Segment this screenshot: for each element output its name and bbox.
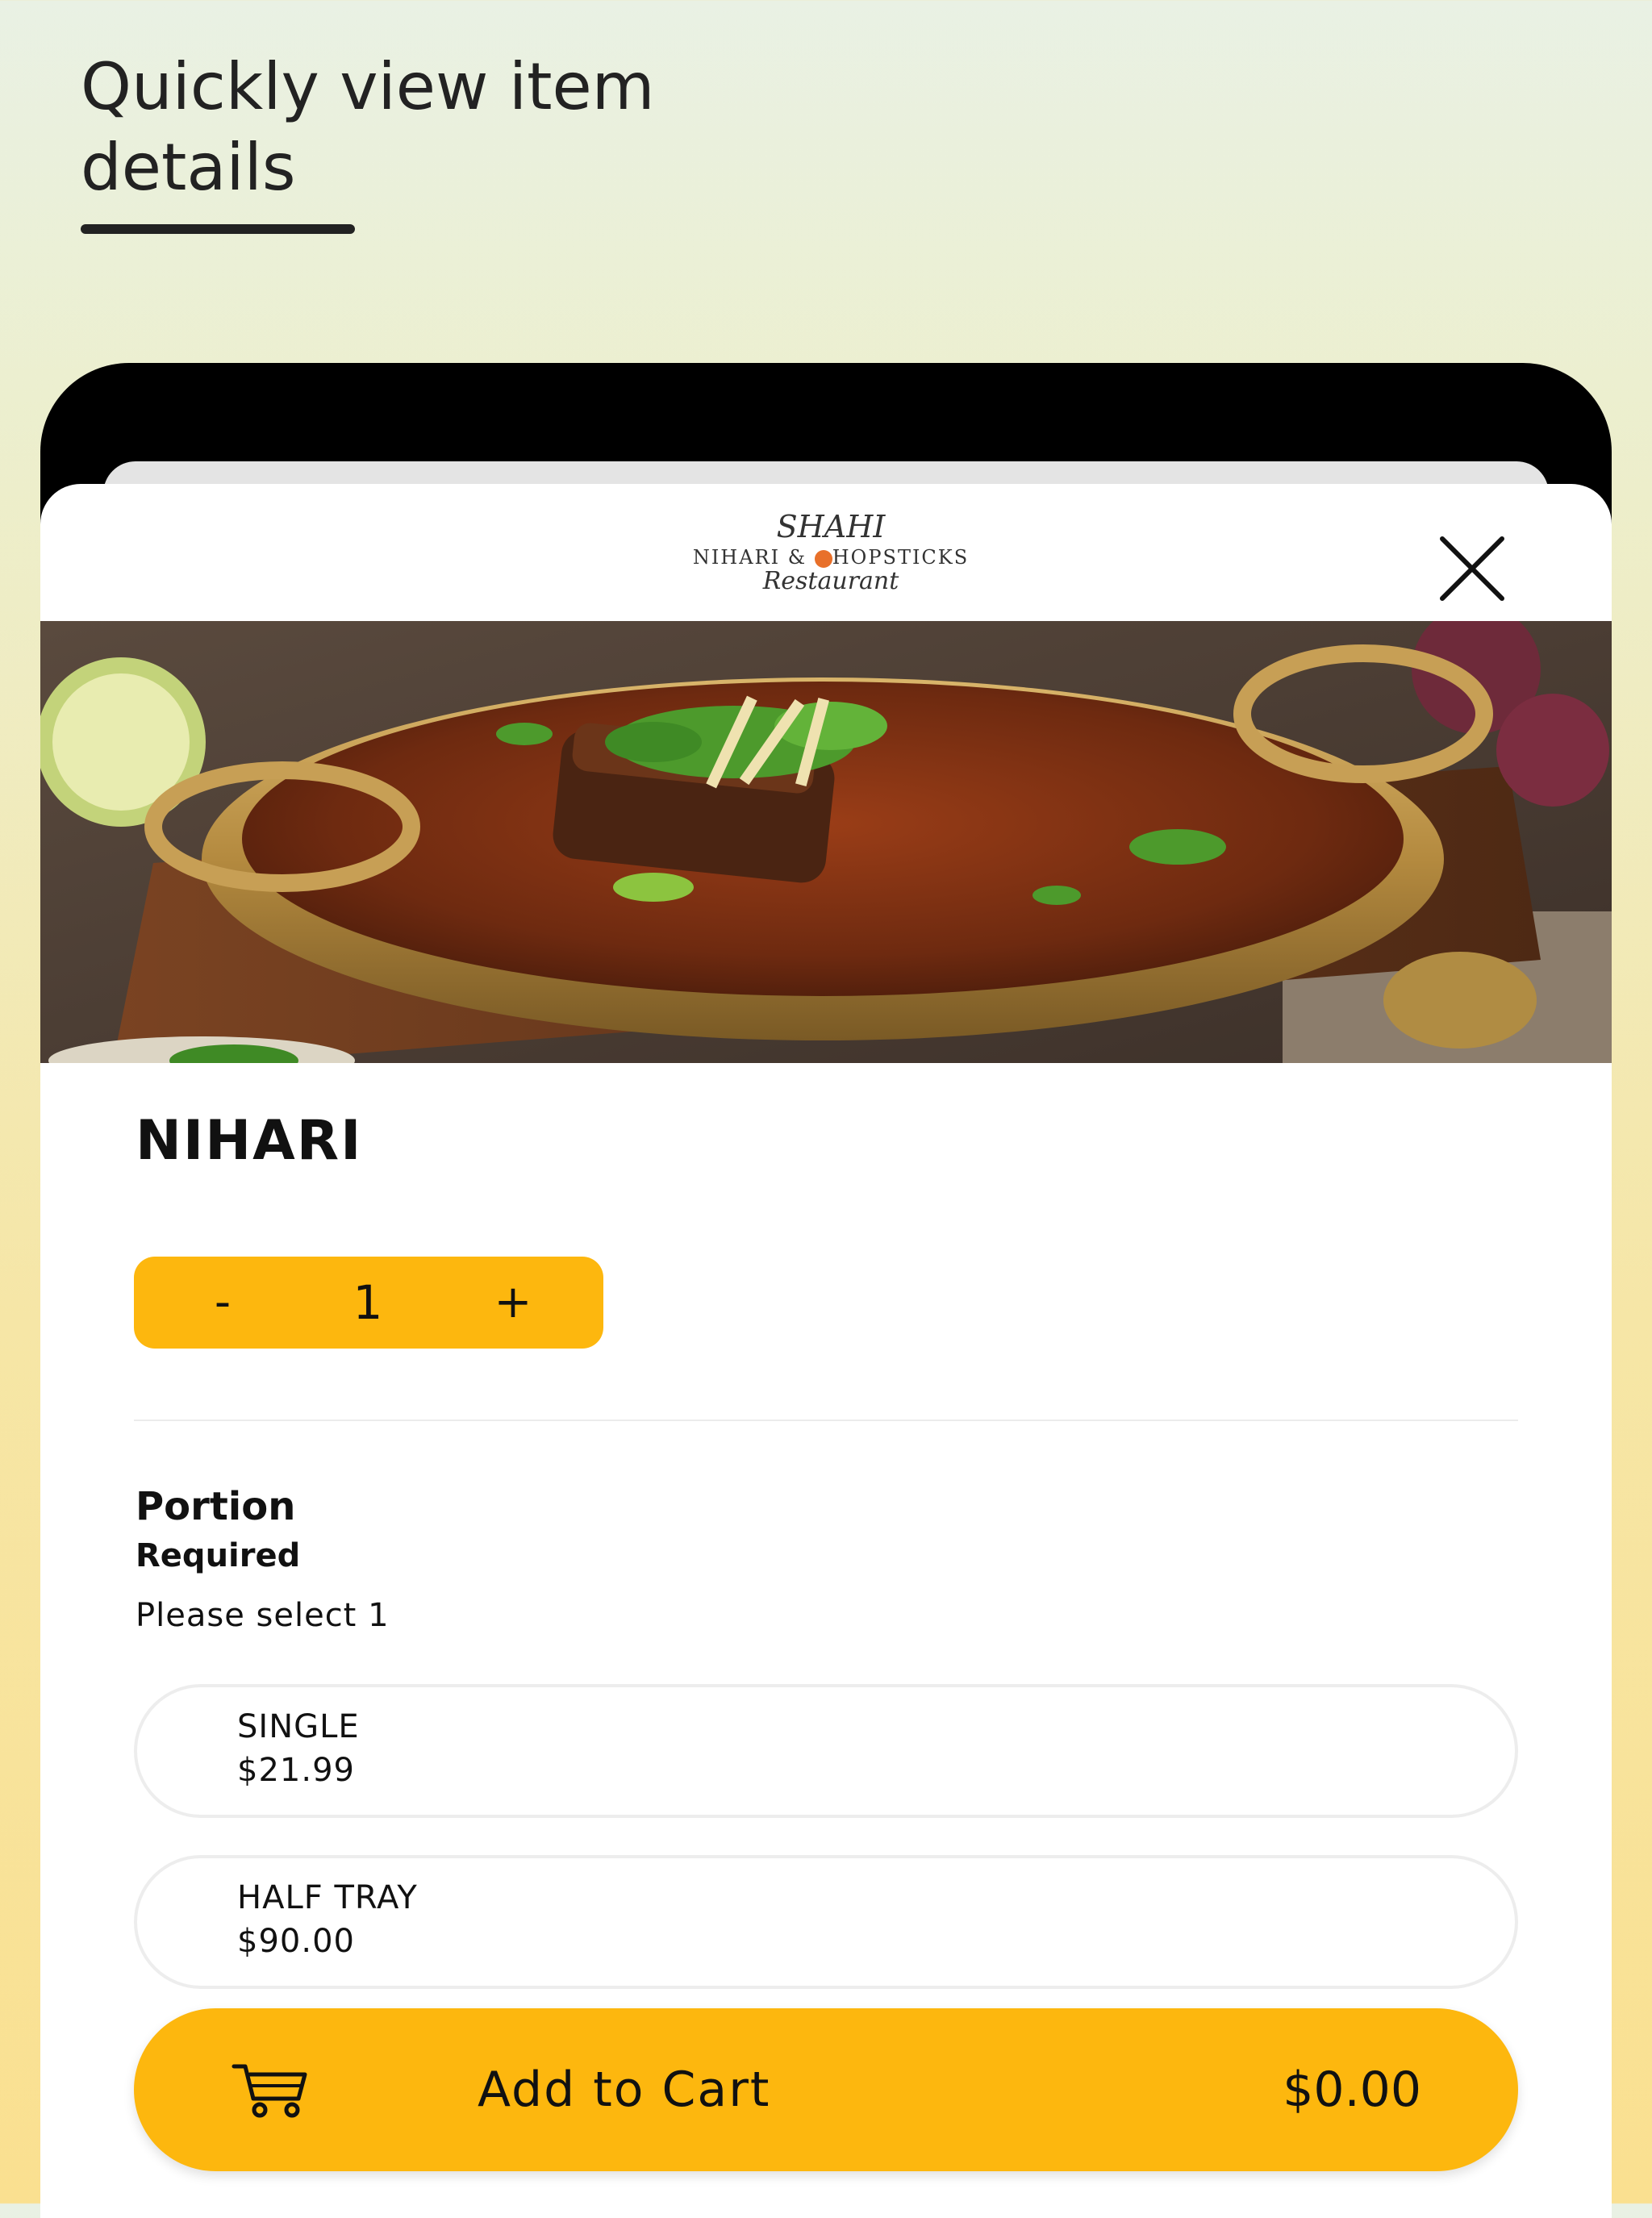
item-name: NIHARI <box>136 1109 363 1173</box>
logo-line-3: Restaurant <box>762 567 899 595</box>
option-group-required: Required <box>136 1537 301 1574</box>
decrease-quantity-button[interactable]: - <box>174 1257 271 1349</box>
option-single[interactable]: SINGLE $21.99 <box>134 1684 1518 1818</box>
option-price: $21.99 <box>237 1752 355 1789</box>
option-name: HALF TRAY <box>237 1879 418 1916</box>
add-to-cart-button[interactable]: Add to Cart $0.00 <box>134 2008 1518 2171</box>
logo-line-2b: HOPSTICKS <box>832 546 970 569</box>
option-group-title: Portion <box>136 1484 296 1529</box>
option-half-tray[interactable]: HALF TRAY $90.00 <box>134 1855 1518 1989</box>
close-icon <box>1440 536 1504 601</box>
logo-line-2: NIHARI & HOPSTICKS <box>629 545 1032 569</box>
quantity-value: 1 <box>353 1275 383 1330</box>
cart-total-price: $0.00 <box>1283 2062 1421 2118</box>
chopsticks-logo-icon <box>814 549 832 568</box>
phone-frame: SHAHI NIHARI & HOPSTICKS Restaurant NIHA… <box>40 363 1612 2218</box>
option-group-hint: Please select 1 <box>136 1597 390 1634</box>
quantity-stepper: - 1 + <box>134 1257 603 1349</box>
nihari-dish-image <box>40 621 1612 1063</box>
logo-line-2a: NIHARI & <box>692 546 807 569</box>
item-photo <box>40 621 1612 1063</box>
promo-title: Quickly view item details <box>81 49 655 205</box>
restaurant-logo: SHAHI NIHARI & HOPSTICKS Restaurant <box>629 508 1032 605</box>
logo-line-1: SHAHI <box>776 509 886 544</box>
add-to-cart-label: Add to Cart <box>478 2062 771 2118</box>
promo-underline <box>81 224 355 234</box>
cart-icon <box>232 2064 307 2118</box>
item-details-sheet: SHAHI NIHARI & HOPSTICKS Restaurant NIHA… <box>40 484 1612 2218</box>
option-price: $90.00 <box>237 1923 355 1960</box>
close-button[interactable] <box>1428 524 1516 613</box>
sheet-header: SHAHI NIHARI & HOPSTICKS Restaurant <box>40 484 1612 621</box>
option-name: SINGLE <box>237 1708 360 1745</box>
divider <box>134 1420 1518 1421</box>
increase-quantity-button[interactable]: + <box>465 1257 561 1349</box>
